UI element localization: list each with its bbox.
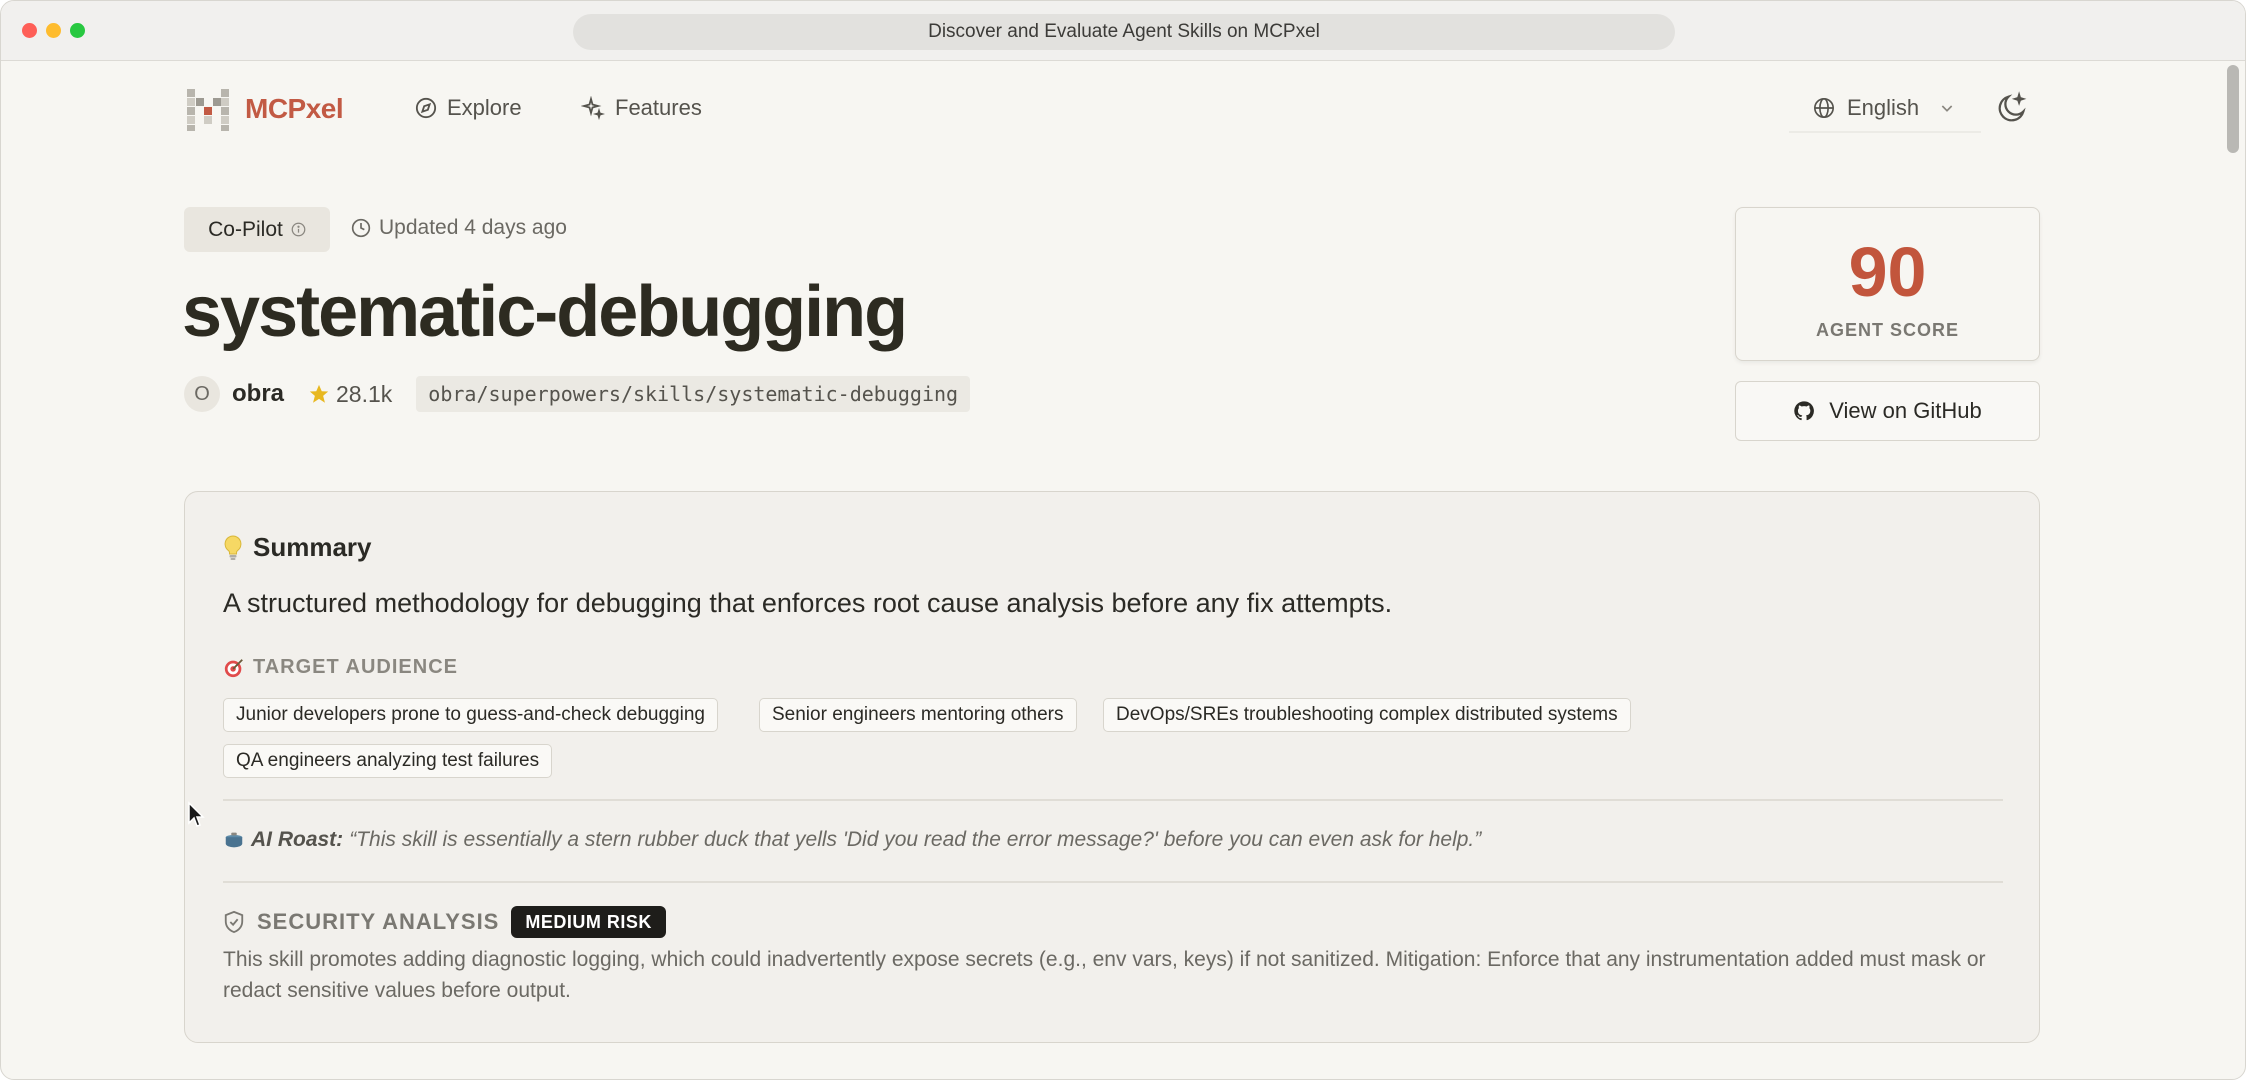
maximize-window-button[interactable]	[70, 23, 85, 38]
nav-explore-label: Explore	[447, 95, 522, 120]
ai-roast-text: “This skill is essentially a stern rubbe…	[349, 828, 1482, 851]
language-label: English	[1847, 95, 1920, 120]
globe-icon	[1814, 98, 1834, 118]
mouse-cursor-icon	[188, 801, 205, 827]
lightbulb-icon	[224, 534, 242, 560]
audience-tag: DevOps/SREs troubleshooting complex dist…	[1103, 698, 1631, 732]
audience-tag: Senior engineers mentoring others	[759, 698, 1077, 732]
shield-check-icon	[224, 910, 244, 934]
target-icon	[224, 658, 243, 677]
brand-name[interactable]: MCPxel	[245, 93, 344, 125]
compass-icon	[415, 97, 437, 119]
nav-explore-link[interactable]: Explore	[415, 95, 522, 121]
target-audience-label: TARGET AUDIENCE	[253, 656, 458, 678]
agent-score-label: AGENT SCORE	[1815, 320, 1959, 340]
ai-roast-label: AI Roast:	[251, 828, 344, 851]
security-analysis-text: This skill promotes adding diagnostic lo…	[223, 948, 1986, 1002]
updated-label: Updated 4 days ago	[379, 216, 567, 239]
close-window-button[interactable]	[22, 23, 37, 38]
skill-title: systematic-debugging	[182, 272, 908, 352]
summary-heading-label: Summary	[253, 532, 372, 562]
github-icon	[1794, 401, 1815, 421]
language-select[interactable]: English	[1789, 85, 1981, 133]
summary-card: Summary A structured methodology for deb…	[184, 491, 2040, 1043]
chevron-down-icon	[1941, 105, 1953, 112]
top-nav: MCPxel Explore Features English	[1, 61, 2245, 161]
star-icon	[309, 384, 329, 403]
theme-toggle-button[interactable]	[1995, 91, 2031, 127]
star-count-value: 28.1k	[336, 380, 393, 407]
copilot-badge-label: Co-Pilot	[208, 217, 283, 241]
ai-roast: AI Roast: “This skill is essentially a s…	[223, 828, 1481, 852]
summary-heading: Summary	[223, 532, 372, 563]
owner-row: O obra 28.1k obra/superpowers/skills/sys…	[184, 375, 971, 413]
security-analysis-heading: SECURITY ANALYSIS MEDIUM RISK	[223, 906, 666, 938]
target-audience-heading: TARGET AUDIENCE	[223, 656, 458, 679]
summary-text: A structured methodology for debugging t…	[223, 588, 1393, 618]
view-on-github-label: View on GitHub	[1829, 398, 1982, 423]
updated-timestamp: Updated 4 days ago	[351, 216, 567, 240]
owner-name[interactable]: obra	[232, 380, 284, 408]
info-icon	[291, 222, 306, 237]
security-analysis-label: SECURITY ANALYSIS	[257, 909, 500, 934]
agent-score-card: 90 AGENT SCORE	[1735, 207, 2040, 361]
sparkles-icon	[581, 96, 605, 120]
copilot-badge[interactable]: Co-Pilot	[184, 207, 330, 252]
title-bar: Discover and Evaluate Agent Skills on MC…	[1, 1, 2245, 61]
risk-badge: MEDIUM RISK	[511, 906, 666, 938]
pot-icon	[225, 832, 243, 848]
divider	[223, 799, 2003, 801]
audience-tag: QA engineers analyzing test failures	[223, 744, 553, 778]
moon-sparkle-icon	[1998, 91, 2027, 122]
star-count: 28.1k	[308, 381, 392, 408]
clock-icon	[351, 218, 371, 238]
nav-features-link[interactable]: Features	[581, 95, 702, 121]
minimize-window-button[interactable]	[46, 23, 61, 38]
divider	[223, 881, 2003, 883]
view-on-github-button[interactable]: View on GitHub	[1735, 381, 2040, 441]
mcpxel-logo-icon[interactable]	[187, 89, 229, 131]
browser-window: Discover and Evaluate Agent Skills on MC…	[0, 0, 2246, 1080]
agent-score-value: 90	[1848, 233, 1927, 311]
audience-tag: Junior developers prone to guess-and-che…	[223, 698, 718, 732]
skill-path: obra/superpowers/skills/systematic-debug…	[416, 376, 971, 412]
owner-avatar[interactable]: O	[184, 376, 220, 412]
address-bar[interactable]: Discover and Evaluate Agent Skills on MC…	[573, 14, 1675, 50]
nav-features-label: Features	[615, 95, 702, 120]
